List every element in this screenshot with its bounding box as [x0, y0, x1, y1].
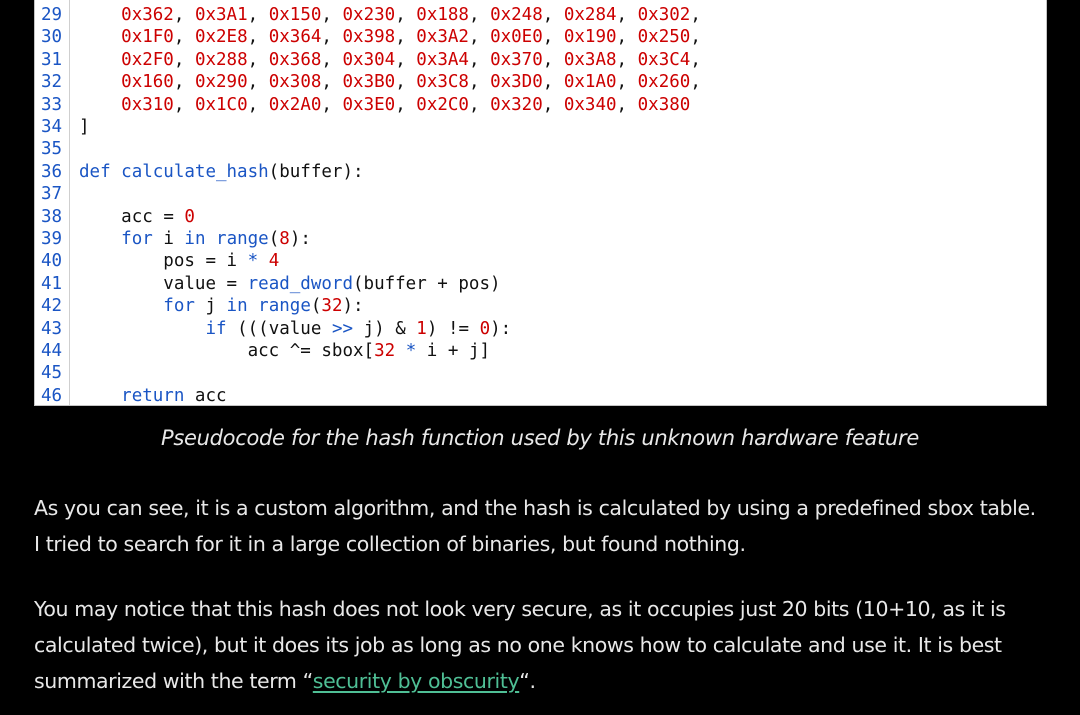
- line-number: 42: [41, 296, 63, 317]
- code-line: 30 0x1F0, 0x2E8, 0x364, 0x398, 0x3A2, 0x…: [35, 26, 1046, 48]
- line-number: 32: [41, 72, 63, 93]
- paragraph-algorithm: As you can see, it is a custom algorithm…: [34, 496, 1036, 556]
- line-number: 46: [41, 385, 63, 406]
- line-code: def calculate_hash(buffer):: [79, 161, 364, 182]
- line-number: 36: [41, 161, 63, 182]
- line-number: 33: [41, 94, 63, 115]
- line-number: 43: [41, 318, 63, 339]
- line-number: 44: [41, 341, 63, 361]
- code-line: 32 0x160, 0x290, 0x308, 0x3B0, 0x3C8, 0x…: [35, 71, 1046, 93]
- line-code: 0x2F0, 0x288, 0x368, 0x304, 0x3A4, 0x370…: [121, 49, 701, 70]
- line-code: 0x310, 0x1C0, 0x2A0, 0x3E0, 0x2C0, 0x320…: [121, 94, 691, 115]
- line-code: 0x160, 0x290, 0x308, 0x3B0, 0x3C8, 0x3D0…: [121, 72, 701, 93]
- code-line: 34]: [35, 116, 1046, 138]
- paragraph-security: You may notice that this hash does not l…: [34, 591, 1044, 699]
- code-line: 45: [35, 362, 1046, 384]
- line-code: 0x362, 0x3A1, 0x150, 0x230, 0x188, 0x248…: [121, 5, 701, 25]
- code-line: 36 def calculate_hash(buffer):: [35, 161, 1046, 183]
- code-line: 42 for j in range(32):: [35, 295, 1046, 317]
- line-number: 45: [41, 363, 63, 384]
- code-listing: 29 0x362, 0x3A1, 0x150, 0x230, 0x188, 0x…: [34, 0, 1047, 406]
- line-code: acc = 0: [121, 206, 195, 227]
- code-line: 46 return acc: [35, 385, 1046, 406]
- line-number: 38: [41, 206, 63, 227]
- security-by-obscurity-link[interactable]: security by obscurity: [313, 669, 520, 693]
- code-line: 31 0x2F0, 0x288, 0x368, 0x304, 0x3A4, 0x…: [35, 49, 1046, 71]
- line-code: ]: [79, 117, 90, 137]
- line-number: 30: [41, 27, 63, 48]
- code-line: 33 0x310, 0x1C0, 0x2A0, 0x3E0, 0x2C0, 0x…: [35, 94, 1046, 116]
- line-number: 41: [41, 273, 63, 294]
- code-line: 44 acc ^= sbox[32 * i + j]: [35, 340, 1046, 362]
- code-line: 40 pos = i * 4: [35, 250, 1046, 272]
- paragraph-security-text-after: “.: [519, 669, 536, 693]
- code-line: 43 if (((value >> j) & 1) != 0):: [35, 318, 1046, 340]
- line-number: 37: [41, 184, 63, 205]
- line-number: 31: [41, 49, 63, 70]
- code-line: 35: [35, 138, 1046, 160]
- line-code: value = read_dword(buffer + pos): [163, 273, 501, 294]
- code-line: 38 acc = 0: [35, 206, 1046, 228]
- line-code: acc ^= sbox[32 * i + j]: [247, 341, 491, 361]
- line-number: 39: [41, 229, 63, 249]
- line-code: 0x1F0, 0x2E8, 0x364, 0x398, 0x3A2, 0x0E0…: [121, 27, 701, 48]
- line-number: 40: [41, 251, 63, 272]
- code-line: 39 for i in range(8):: [35, 228, 1046, 250]
- line-code: for j in range(32):: [163, 296, 364, 317]
- line-code: pos = i * 4: [163, 251, 280, 272]
- line-number: 29: [41, 5, 63, 25]
- line-number: 34: [41, 117, 63, 137]
- line-code: return acc: [121, 385, 227, 406]
- code-line: 37: [35, 183, 1046, 205]
- line-code: for i in range(8):: [121, 229, 311, 249]
- code-line: 41 value = read_dword(buffer + pos): [35, 273, 1046, 295]
- code-caption: Pseudocode for the hash function used by…: [161, 426, 919, 450]
- line-number: 35: [41, 139, 63, 160]
- line-code: if (((value >> j) & 1) != 0):: [205, 318, 512, 339]
- code-line: 29 0x362, 0x3A1, 0x150, 0x230, 0x188, 0x…: [35, 4, 1046, 26]
